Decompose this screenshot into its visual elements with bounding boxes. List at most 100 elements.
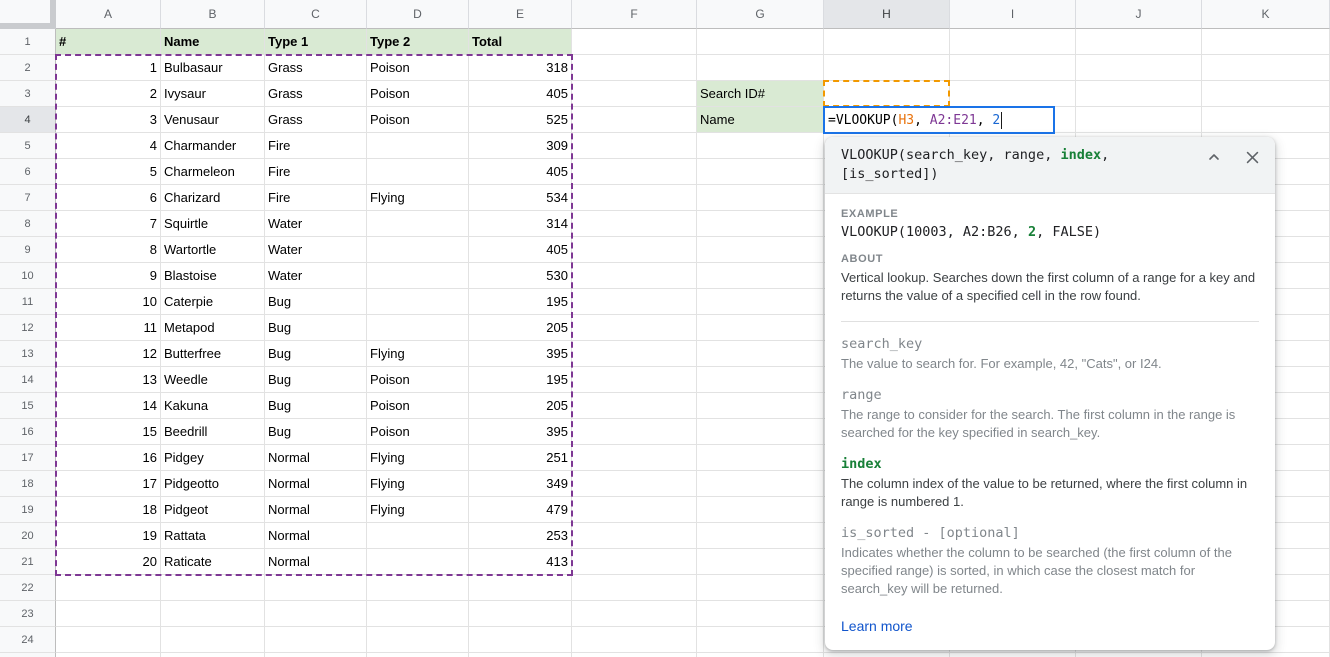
cell-C3[interactable]: Grass (265, 81, 367, 107)
row-header-2[interactable]: 2 (0, 55, 56, 81)
cell-B7[interactable]: Charizard (161, 185, 265, 211)
cell-B6[interactable]: Charmeleon (161, 159, 265, 185)
cell-J4[interactable] (1076, 107, 1202, 133)
cell-J3[interactable] (1076, 81, 1202, 107)
cell-G16[interactable] (697, 419, 824, 445)
cell-C8[interactable]: Water (265, 211, 367, 237)
cell-F13[interactable] (572, 341, 697, 367)
cell-B24[interactable] (161, 627, 265, 653)
cell-B1[interactable]: Name (161, 29, 265, 55)
cell-D3[interactable]: Poison (367, 81, 469, 107)
cell-E2[interactable]: 318 (469, 55, 572, 81)
row-header-20[interactable]: 20 (0, 523, 56, 549)
cell-G7[interactable] (697, 185, 824, 211)
cell-G9[interactable] (697, 237, 824, 263)
cell-G20[interactable] (697, 523, 824, 549)
col-header-A[interactable]: A (56, 0, 161, 29)
collapse-button[interactable] (1206, 149, 1222, 165)
cell-F22[interactable] (572, 575, 697, 601)
cell-formula-editor[interactable]: =VLOOKUP(H3, A2:E21, 2 (823, 106, 1055, 134)
cell-C5[interactable]: Fire (265, 133, 367, 159)
cell-A15[interactable]: 14 (56, 393, 161, 419)
cell-E12[interactable]: 205 (469, 315, 572, 341)
cell-D25[interactable] (367, 653, 469, 657)
cell-G15[interactable] (697, 393, 824, 419)
row-header-3[interactable]: 3 (0, 81, 56, 107)
cell-H3[interactable] (824, 81, 950, 107)
cell-D17[interactable]: Flying (367, 445, 469, 471)
cell-E14[interactable]: 195 (469, 367, 572, 393)
row-header-21[interactable]: 21 (0, 549, 56, 575)
cell-B19[interactable]: Pidgeot (161, 497, 265, 523)
cell-G23[interactable] (697, 601, 824, 627)
cell-A4[interactable]: 3 (56, 107, 161, 133)
cell-D1[interactable]: Type 2 (367, 29, 469, 55)
cell-D24[interactable] (367, 627, 469, 653)
row-header-12[interactable]: 12 (0, 315, 56, 341)
cell-D10[interactable] (367, 263, 469, 289)
cell-F9[interactable] (572, 237, 697, 263)
cell-C25[interactable] (265, 653, 367, 657)
cell-G12[interactable] (697, 315, 824, 341)
cell-K4[interactable] (1202, 107, 1330, 133)
cell-A9[interactable]: 8 (56, 237, 161, 263)
cell-A16[interactable]: 15 (56, 419, 161, 445)
cell-K1[interactable] (1202, 29, 1330, 55)
cell-F24[interactable] (572, 627, 697, 653)
cell-F6[interactable] (572, 159, 697, 185)
row-header-7[interactable]: 7 (0, 185, 56, 211)
cell-F8[interactable] (572, 211, 697, 237)
cell-I25[interactable] (950, 653, 1076, 657)
cell-C22[interactable] (265, 575, 367, 601)
cell-K3[interactable] (1202, 81, 1330, 107)
cell-B18[interactable]: Pidgeotto (161, 471, 265, 497)
cell-C1[interactable]: Type 1 (265, 29, 367, 55)
cell-C17[interactable]: Normal (265, 445, 367, 471)
cell-E20[interactable]: 253 (469, 523, 572, 549)
col-header-F[interactable]: F (572, 0, 697, 29)
cell-F11[interactable] (572, 289, 697, 315)
cell-F23[interactable] (572, 601, 697, 627)
cell-H2[interactable] (824, 55, 950, 81)
cell-E10[interactable]: 530 (469, 263, 572, 289)
cell-F15[interactable] (572, 393, 697, 419)
cell-D14[interactable]: Poison (367, 367, 469, 393)
cell-C15[interactable]: Bug (265, 393, 367, 419)
row-header-25[interactable]: 25 (0, 653, 56, 657)
cell-F17[interactable] (572, 445, 697, 471)
cell-D2[interactable]: Poison (367, 55, 469, 81)
cell-D23[interactable] (367, 601, 469, 627)
cell-H25[interactable] (824, 653, 950, 657)
cell-B21[interactable]: Raticate (161, 549, 265, 575)
cell-F25[interactable] (572, 653, 697, 657)
cell-B2[interactable]: Bulbasaur (161, 55, 265, 81)
col-header-B[interactable]: B (161, 0, 265, 29)
row-header-24[interactable]: 24 (0, 627, 56, 653)
cell-D8[interactable] (367, 211, 469, 237)
cell-E3[interactable]: 405 (469, 81, 572, 107)
cell-A19[interactable]: 18 (56, 497, 161, 523)
cell-D19[interactable]: Flying (367, 497, 469, 523)
cell-B10[interactable]: Blastoise (161, 263, 265, 289)
cell-G13[interactable] (697, 341, 824, 367)
cell-E13[interactable]: 395 (469, 341, 572, 367)
cell-E15[interactable]: 205 (469, 393, 572, 419)
row-header-19[interactable]: 19 (0, 497, 56, 523)
cell-D20[interactable] (367, 523, 469, 549)
cell-D11[interactable] (367, 289, 469, 315)
cell-B12[interactable]: Metapod (161, 315, 265, 341)
cell-C9[interactable]: Water (265, 237, 367, 263)
cell-E4[interactable]: 525 (469, 107, 572, 133)
cell-D9[interactable] (367, 237, 469, 263)
cell-A2[interactable]: 1 (56, 55, 161, 81)
cell-F19[interactable] (572, 497, 697, 523)
cell-F18[interactable] (572, 471, 697, 497)
cell-D16[interactable]: Poison (367, 419, 469, 445)
cell-B14[interactable]: Weedle (161, 367, 265, 393)
row-header-4[interactable]: 4 (0, 107, 56, 133)
cell-F21[interactable] (572, 549, 697, 575)
cell-B3[interactable]: Ivysaur (161, 81, 265, 107)
cell-D12[interactable] (367, 315, 469, 341)
cell-E9[interactable]: 405 (469, 237, 572, 263)
row-header-13[interactable]: 13 (0, 341, 56, 367)
